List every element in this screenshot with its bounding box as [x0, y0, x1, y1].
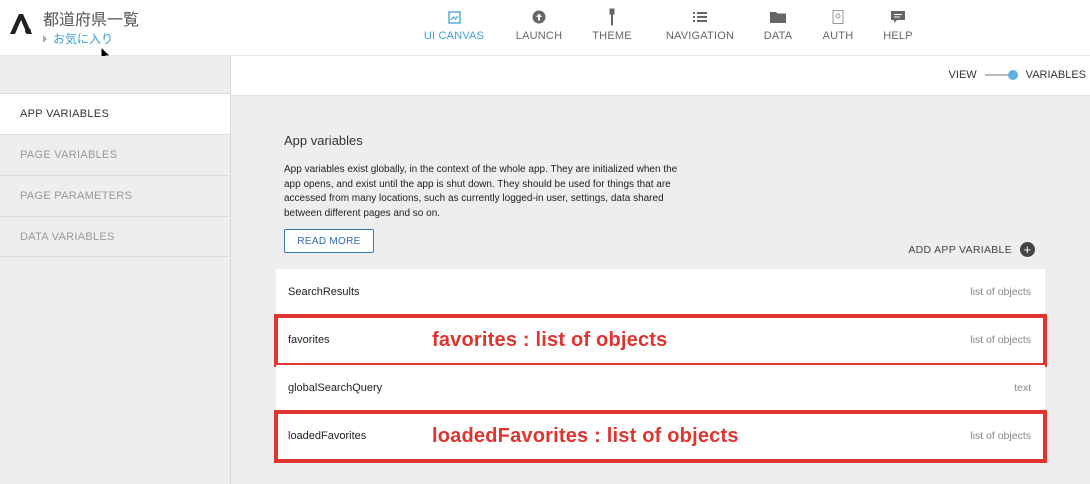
- plus-circle-icon: +: [1020, 242, 1035, 257]
- sidebar-item-app-variables[interactable]: APP VARIABLES: [0, 93, 230, 134]
- variable-type: list of objects: [970, 430, 1031, 442]
- sidebar-item-page-variables[interactable]: PAGE VARIABLES: [0, 134, 230, 175]
- section-description: App variables exist globally, in the con…: [284, 164, 678, 219]
- annotation-label: loadedFavorites : list of objects: [432, 424, 739, 447]
- nav-label: NAVIGATION: [665, 30, 735, 42]
- app-title: 都道府県一覧: [43, 10, 140, 29]
- main-nav: UI CANVAS LAUNCH THEME NAVIGATION DATA A…: [410, 0, 920, 56]
- theme-icon: [609, 8, 615, 26]
- page-title: App variables: [284, 133, 363, 148]
- nav-ui-canvas[interactable]: UI CANVAS: [410, 0, 498, 56]
- annotation-label: favorites : list of objects: [432, 328, 668, 351]
- toggle-switch[interactable]: [984, 70, 1018, 80]
- variable-name: loadedFavorites: [288, 430, 367, 442]
- page-selector[interactable]: お気に入り: [43, 30, 113, 47]
- list-item[interactable]: favorites favorites : list of objects li…: [274, 314, 1047, 367]
- folder-icon: [770, 12, 786, 23]
- variable-name: globalSearchQuery: [288, 382, 383, 394]
- variable-type: list of objects: [970, 334, 1031, 346]
- nav-help[interactable]: HELP: [876, 0, 920, 56]
- nav-launch[interactable]: LAUNCH: [498, 0, 580, 56]
- app-logo-icon[interactable]: [8, 12, 34, 36]
- launch-icon: [532, 10, 546, 24]
- nav-label: LAUNCH: [515, 30, 563, 42]
- list-item[interactable]: loadedFavorites loadedFavorites : list o…: [274, 410, 1047, 463]
- add-app-variable-button[interactable]: ADD APP VARIABLE +: [908, 242, 1035, 257]
- nav-navigation[interactable]: NAVIGATION: [644, 0, 756, 56]
- list-item[interactable]: SearchResults list of objects: [276, 269, 1045, 316]
- read-more-button[interactable]: READ MORE: [284, 229, 374, 253]
- nav-label: THEME: [592, 30, 632, 42]
- nav-theme[interactable]: THEME: [580, 0, 644, 56]
- sidebar-item-data-variables[interactable]: DATA VARIABLES: [0, 216, 230, 257]
- sidebar-item-page-parameters[interactable]: PAGE PARAMETERS: [0, 175, 230, 216]
- list-item[interactable]: globalSearchQuery text: [276, 365, 1045, 412]
- app-header: 都道府県一覧 お気に入り UI CANVAS LAUNCH THEME NAVI…: [0, 0, 1090, 64]
- variable-name: SearchResults: [288, 286, 360, 298]
- canvas-icon: [447, 10, 461, 24]
- nav-auth[interactable]: AUTH: [800, 0, 876, 56]
- variable-name: favorites: [288, 334, 330, 346]
- nav-label: DATA: [763, 30, 793, 42]
- variable-type: list of objects: [970, 286, 1031, 298]
- help-icon: [891, 10, 905, 23]
- view-label[interactable]: VIEW: [949, 69, 977, 81]
- nav-label: AUTH: [822, 30, 854, 42]
- variable-type: text: [1014, 382, 1031, 394]
- auth-icon: [832, 10, 844, 24]
- toggle-knob[interactable]: [1007, 70, 1018, 80]
- page-name: お気に入り: [53, 32, 114, 46]
- view-variables-toggle[interactable]: VIEW VARIABLES: [949, 69, 1086, 81]
- add-app-variable-label: ADD APP VARIABLE: [908, 243, 1012, 256]
- nav-label: UI CANVAS: [423, 30, 485, 42]
- variables-sidebar: APP VARIABLES PAGE VARIABLES PAGE PARAME…: [0, 56, 231, 484]
- navigation-icon: [693, 12, 707, 22]
- nav-label: HELP: [883, 30, 913, 42]
- nav-data[interactable]: DATA: [756, 0, 800, 56]
- main-content: App variables App variables exist global…: [231, 96, 1090, 484]
- caret-right-icon: [43, 34, 47, 43]
- variables-list: SearchResults list of objects favorites …: [274, 269, 1047, 463]
- variables-label[interactable]: VARIABLES: [1026, 69, 1086, 81]
- view-toolbar: VIEW VARIABLES: [231, 56, 1090, 96]
